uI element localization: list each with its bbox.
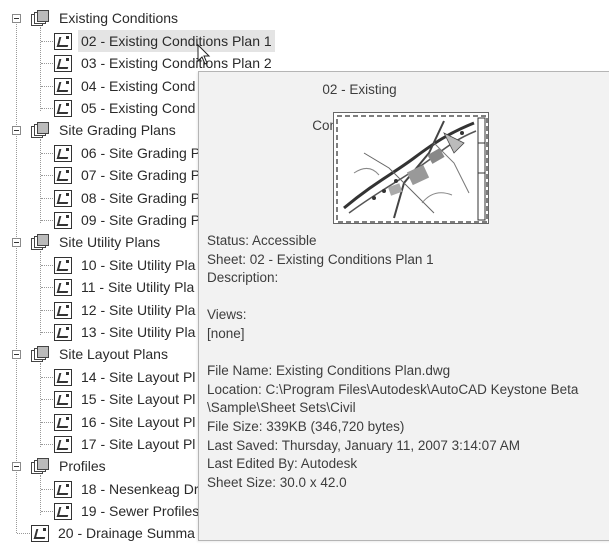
sheet-icon xyxy=(54,189,72,207)
sheet-properties: Status: Accessible Sheet: 02 - Existing … xyxy=(207,232,609,492)
sheet-icon xyxy=(54,32,72,50)
sheet-icon xyxy=(54,480,72,498)
tree-sheet-08[interactable]: 08 - Site Grading P xyxy=(54,187,203,209)
collapse-toggle-icon[interactable] xyxy=(12,462,21,471)
sheet-icon xyxy=(54,301,72,319)
last-saved-text: Last Saved: Thursday, January 11, 2007 3… xyxy=(207,437,520,453)
collapse-toggle-icon[interactable] xyxy=(12,126,21,135)
tree-sheet-label: 11 - Site Utility Pla xyxy=(81,279,195,295)
sheet-name-text: Sheet: 02 - Existing Conditions Plan 1 xyxy=(207,251,434,267)
tree-group-site-layout-plans[interactable]: Site Layout Plans xyxy=(31,343,171,365)
sheet-icon xyxy=(31,524,49,542)
tree-sheet-label: 02 - Existing Conditions Plan 1 xyxy=(78,30,275,52)
tree-sheet-label: 19 - Sewer Profiles xyxy=(81,503,200,519)
sheet-icon xyxy=(54,54,72,72)
sheet-subset-icon xyxy=(31,458,50,474)
tree-sheet-label: 07 - Site Grading P xyxy=(81,167,201,183)
tree-sheet-13[interactable]: 13 - Site Utility Pla xyxy=(54,321,198,343)
tree-group-site-utility-plans[interactable]: Site Utility Plans xyxy=(31,231,163,253)
tree-sheet-14[interactable]: 14 - Site Layout Pl xyxy=(54,366,198,388)
tree-sheet-18[interactable]: 18 - Nesenkeag Dr xyxy=(54,478,202,500)
sheet-icon xyxy=(54,368,72,386)
tree-sheet-11[interactable]: 11 - Site Utility Pla xyxy=(54,276,197,298)
sheet-icon xyxy=(54,211,72,229)
tree-group-profiles[interactable]: Profiles xyxy=(31,455,109,477)
sheet-details-tooltip: 02 - Existing Conditions Plan 1 St xyxy=(198,71,609,541)
tree-sheet-06[interactable]: 06 - Site Grading P xyxy=(54,142,203,164)
sheet-icon xyxy=(54,144,72,162)
location-text-continued: \Sample\Sheet Sets\Civil xyxy=(207,400,356,416)
file-size-text: File Size: 339KB (346,720 bytes) xyxy=(207,418,405,434)
tree-sheet-label: 18 - Nesenkeag Dr xyxy=(81,481,199,497)
sheet-subset-icon xyxy=(31,10,50,26)
collapse-toggle-icon[interactable] xyxy=(12,350,21,359)
sheet-icon xyxy=(54,278,72,296)
tree-sheet-label: 15 - Site Layout Pl xyxy=(81,391,196,407)
tree-group-label: Site Layout Plans xyxy=(59,346,168,362)
tree-sheet-label: 08 - Site Grading P xyxy=(81,190,201,206)
tree-connector xyxy=(40,475,41,515)
sheet-subset-icon xyxy=(31,122,50,138)
tree-sheet-07[interactable]: 07 - Site Grading P xyxy=(54,164,203,186)
status-text: Status: Accessible xyxy=(207,233,317,248)
tree-sheet-label: 10 - Site Utility Pla xyxy=(81,257,196,273)
tree-group-label: Site Utility Plans xyxy=(59,234,161,250)
tree-sheet-04[interactable]: 04 - Existing Cond xyxy=(54,75,198,97)
location-text: Location: C:\Program Files\Autodesk\Auto… xyxy=(207,381,579,397)
sheet-subset-icon xyxy=(31,346,50,362)
tree-sheet-label: 12 - Site Utility Pla xyxy=(81,302,196,318)
tree-sheet-10[interactable]: 10 - Site Utility Pla xyxy=(54,254,198,276)
tree-sheet-label: 06 - Site Grading P xyxy=(81,145,201,161)
tree-sheet-15[interactable]: 15 - Site Layout Pl xyxy=(54,388,198,410)
tree-sheet-label: 16 - Site Layout Pl xyxy=(81,414,196,430)
sheet-icon xyxy=(54,99,72,117)
views-value: [none] xyxy=(207,325,245,341)
tree-connector xyxy=(40,139,41,223)
sheet-icon xyxy=(54,413,72,431)
tree-sheet-16[interactable]: 16 - Site Layout Pl xyxy=(54,411,198,433)
tree-sheet-19[interactable]: 19 - Sewer Profiles xyxy=(54,500,202,522)
tree-sheet-20[interactable]: 20 - Drainage Summa xyxy=(31,522,198,544)
tree-sheet-label: 05 - Existing Cond xyxy=(81,100,196,116)
tooltip-title: 02 - Existing Conditions Plan 1 xyxy=(312,82,407,169)
tree-connector xyxy=(40,363,41,447)
tree-sheet-02[interactable]: 02 - Existing Conditions Plan 1 xyxy=(54,30,275,52)
sheet-icon xyxy=(54,166,72,184)
tree-sheet-label: 20 - Drainage Summa xyxy=(58,525,195,541)
sheet-subset-icon xyxy=(31,234,50,250)
tree-connector xyxy=(16,20,17,533)
sheet-preview-thumbnail xyxy=(333,112,489,224)
file-name-text: File Name: Existing Conditions Plan.dwg xyxy=(207,363,451,379)
sheet-icon xyxy=(54,502,72,520)
tree-sheet-label: 04 - Existing Cond xyxy=(81,78,196,94)
tree-group-label: Site Grading Plans xyxy=(59,122,176,138)
drawing-preview-image xyxy=(336,115,488,223)
last-edited-text: Last Edited By: Autodesk xyxy=(207,456,358,472)
sheet-icon xyxy=(54,390,72,408)
tree-sheet-label: 13 - Site Utility Pla xyxy=(81,324,196,340)
sheet-icon xyxy=(54,435,72,453)
tree-sheet-17[interactable]: 17 - Site Layout Pl xyxy=(54,433,198,455)
collapse-toggle-icon[interactable] xyxy=(12,14,21,23)
mouse-pointer-icon xyxy=(197,44,211,65)
description-text: Description: xyxy=(207,270,279,286)
tree-sheet-09[interactable]: 09 - Site Grading P xyxy=(54,209,203,231)
tree-sheet-05[interactable]: 05 - Existing Cond xyxy=(54,97,198,119)
sheet-icon xyxy=(54,323,72,341)
tree-group-label: Profiles xyxy=(59,458,106,474)
tree-connector xyxy=(40,27,41,111)
tree-sheet-label: 09 - Site Grading P xyxy=(81,212,201,228)
collapse-toggle-icon[interactable] xyxy=(12,238,21,247)
sheet-icon xyxy=(54,77,72,95)
views-label: Views: xyxy=(207,307,247,323)
tree-connector xyxy=(40,251,41,335)
sheet-icon xyxy=(54,256,72,274)
sheet-size-text: Sheet Size: 30.0 x 42.0 xyxy=(207,474,347,490)
tree-group-existing-conditions[interactable]: Existing Conditions xyxy=(31,7,181,29)
tree-sheet-label: 17 - Site Layout Pl xyxy=(81,436,196,452)
tree-group-label: Existing Conditions xyxy=(59,10,179,26)
tree-sheet-12[interactable]: 12 - Site Utility Pla xyxy=(54,299,198,321)
tree-sheet-label: 14 - Site Layout Pl xyxy=(81,369,196,385)
tree-group-site-grading-plans[interactable]: Site Grading Plans xyxy=(31,119,179,141)
